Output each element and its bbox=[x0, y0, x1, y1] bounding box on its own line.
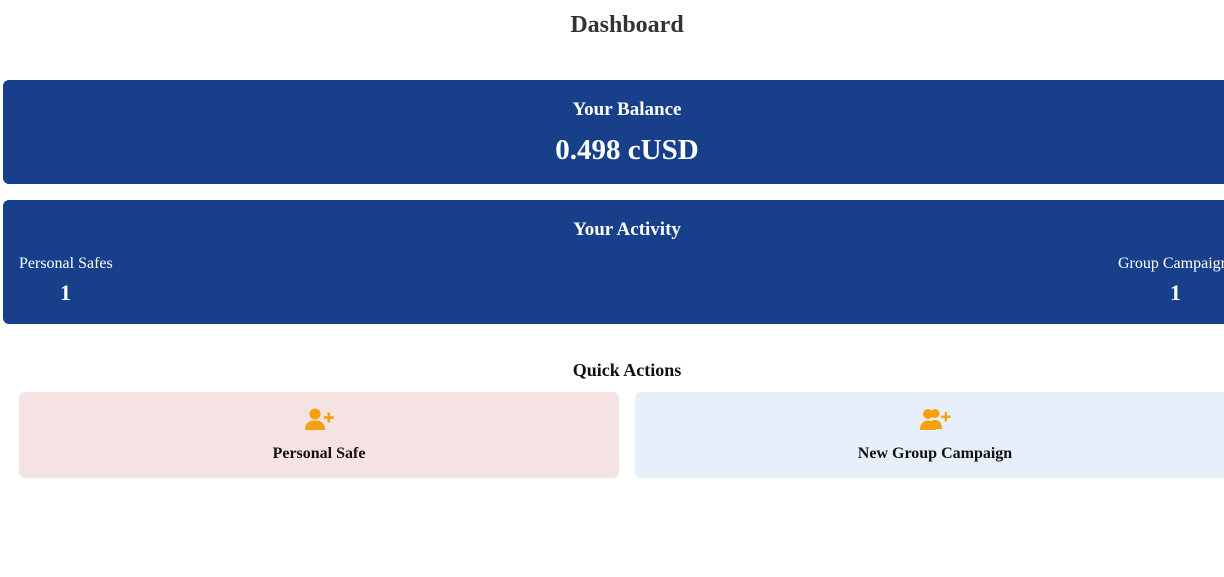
user-plus-icon bbox=[19, 407, 619, 433]
dashboard-page: Dashboard Your Balance 0.498 cUSD Your A… bbox=[0, 0, 1224, 577]
group-campaigns-count: 1 bbox=[1170, 280, 1181, 305]
balance-amount: 0.498 cUSD bbox=[555, 134, 699, 166]
activity-heading: Your Activity bbox=[573, 219, 681, 240]
new-group-campaign-label: New Group Campaign bbox=[857, 445, 1013, 462]
personal-safes-stat: Personal Safes 1 bbox=[19, 254, 159, 307]
personal-safe-button[interactable]: Personal Safe bbox=[19, 392, 619, 478]
new-group-campaign-button[interactable]: New Group Campaign bbox=[635, 392, 1224, 478]
group-campaigns-stat: Group Campaigns 1 bbox=[1118, 254, 1224, 307]
personal-safes-label: Personal Safes bbox=[19, 255, 113, 272]
balance-card: Your Balance 0.498 cUSD bbox=[3, 80, 1224, 184]
personal-safe-label: Personal Safe bbox=[272, 445, 366, 462]
quick-actions-heading: Quick Actions bbox=[572, 360, 682, 380]
balance-heading: Your Balance bbox=[572, 99, 682, 120]
group-campaigns-label: Group Campaigns bbox=[1118, 255, 1224, 272]
users-plus-icon bbox=[635, 407, 1224, 433]
page-title: Dashboard bbox=[570, 12, 684, 38]
activity-card: Your Activity Personal Safes 1 Group Cam… bbox=[3, 200, 1224, 324]
personal-safes-count: 1 bbox=[60, 280, 71, 305]
